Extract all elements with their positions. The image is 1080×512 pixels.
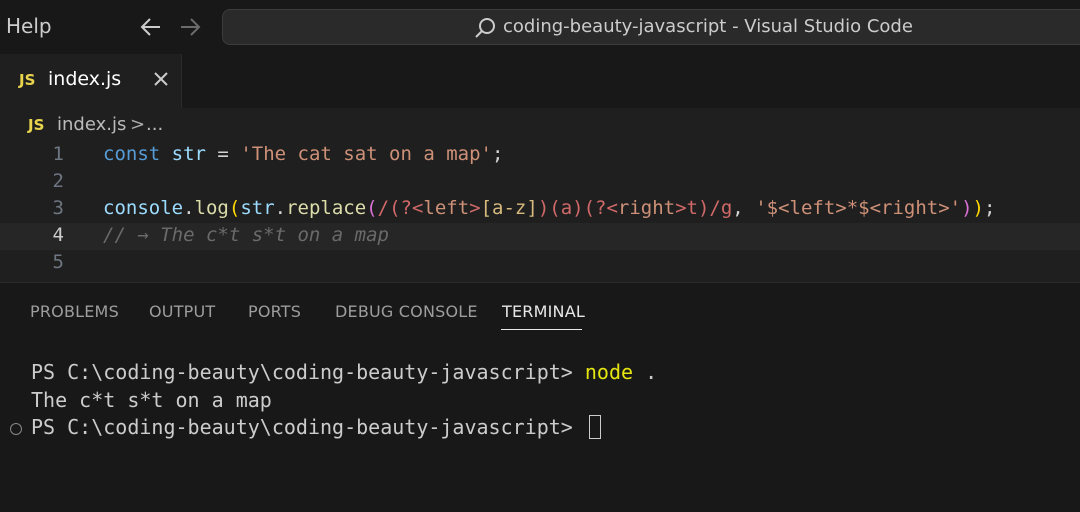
code-content: console.log(str.replace(/(?<left>[a-z])(… bbox=[103, 197, 996, 219]
terminal-line: PS C:\coding-beauty\coding-beauty-javasc… bbox=[31, 360, 657, 384]
line-number: 5 bbox=[52, 251, 64, 273]
breadcrumb-file[interactable]: index.js bbox=[57, 114, 126, 135]
terminal-prompt: PS C:\coding-beauty\coding-beauty-javasc… bbox=[31, 415, 585, 439]
line-number: 3 bbox=[52, 197, 64, 219]
line-number: 4 bbox=[52, 224, 64, 246]
active-tab-indicator bbox=[501, 329, 582, 330]
code-line-current: 4 // → The c*t s*t on a map bbox=[0, 223, 1080, 250]
terminal-output: The c*t s*t on a map bbox=[31, 388, 272, 412]
breadcrumb-symbols[interactable]: ... bbox=[146, 114, 163, 135]
terminal-command: node bbox=[584, 360, 634, 384]
title-bar: Help coding-beauty-javascript - Visual S… bbox=[0, 0, 1080, 54]
line-number: 1 bbox=[52, 143, 64, 165]
back-arrow-icon[interactable] bbox=[138, 12, 164, 42]
editor-tab-bar: JS index.js bbox=[0, 54, 1080, 108]
code-line: 5 bbox=[0, 250, 1080, 277]
code-line: 3 console.log(str.replace(/(?<left>[a-z]… bbox=[0, 196, 1080, 223]
tab-terminal[interactable]: TERMINAL bbox=[502, 302, 585, 321]
code-line: 2 bbox=[0, 169, 1080, 196]
tab-ports[interactable]: PORTS bbox=[248, 302, 301, 321]
search-icon bbox=[473, 16, 497, 40]
breadcrumb: JS index.js > ... bbox=[0, 108, 1080, 142]
javascript-file-icon: JS bbox=[28, 116, 45, 134]
command-decoration-icon[interactable] bbox=[10, 423, 22, 435]
tab-problems[interactable]: PROBLEMS bbox=[30, 302, 119, 321]
tab-index-js[interactable]: JS index.js bbox=[0, 54, 182, 108]
code-comment: // → The c*t s*t on a map bbox=[103, 224, 389, 246]
command-center-text: coding-beauty-javascript - Visual Studio… bbox=[503, 16, 913, 37]
close-icon[interactable] bbox=[150, 68, 172, 90]
menu-help[interactable]: Help bbox=[6, 14, 52, 38]
terminal-cursor bbox=[588, 415, 601, 439]
code-line: 1 const str = 'The cat sat on a map'; bbox=[0, 142, 1080, 169]
javascript-file-icon: JS bbox=[19, 71, 36, 89]
tab-debug-console[interactable]: DEBUG CONSOLE bbox=[335, 302, 478, 321]
code-content: const str = 'The cat sat on a map'; bbox=[103, 143, 504, 165]
terminal-command-arg: . bbox=[633, 360, 658, 384]
tab-label: index.js bbox=[48, 68, 122, 90]
command-center[interactable]: coding-beauty-javascript - Visual Studio… bbox=[222, 9, 1080, 45]
tab-output[interactable]: OUTPUT bbox=[149, 302, 215, 321]
bottom-panel: PROBLEMS OUTPUT PORTS DEBUG CONSOLE TERM… bbox=[0, 282, 1080, 512]
line-number: 2 bbox=[52, 170, 64, 192]
forward-arrow-icon[interactable] bbox=[177, 12, 203, 42]
terminal-prompt: PS C:\coding-beauty\coding-beauty-javasc… bbox=[31, 360, 585, 384]
terminal-line[interactable]: PS C:\coding-beauty\coding-beauty-javasc… bbox=[31, 415, 601, 439]
breadcrumb-separator: > bbox=[130, 114, 146, 135]
code-editor[interactable]: 1 const str = 'The cat sat on a map'; 2 … bbox=[0, 142, 1080, 282]
